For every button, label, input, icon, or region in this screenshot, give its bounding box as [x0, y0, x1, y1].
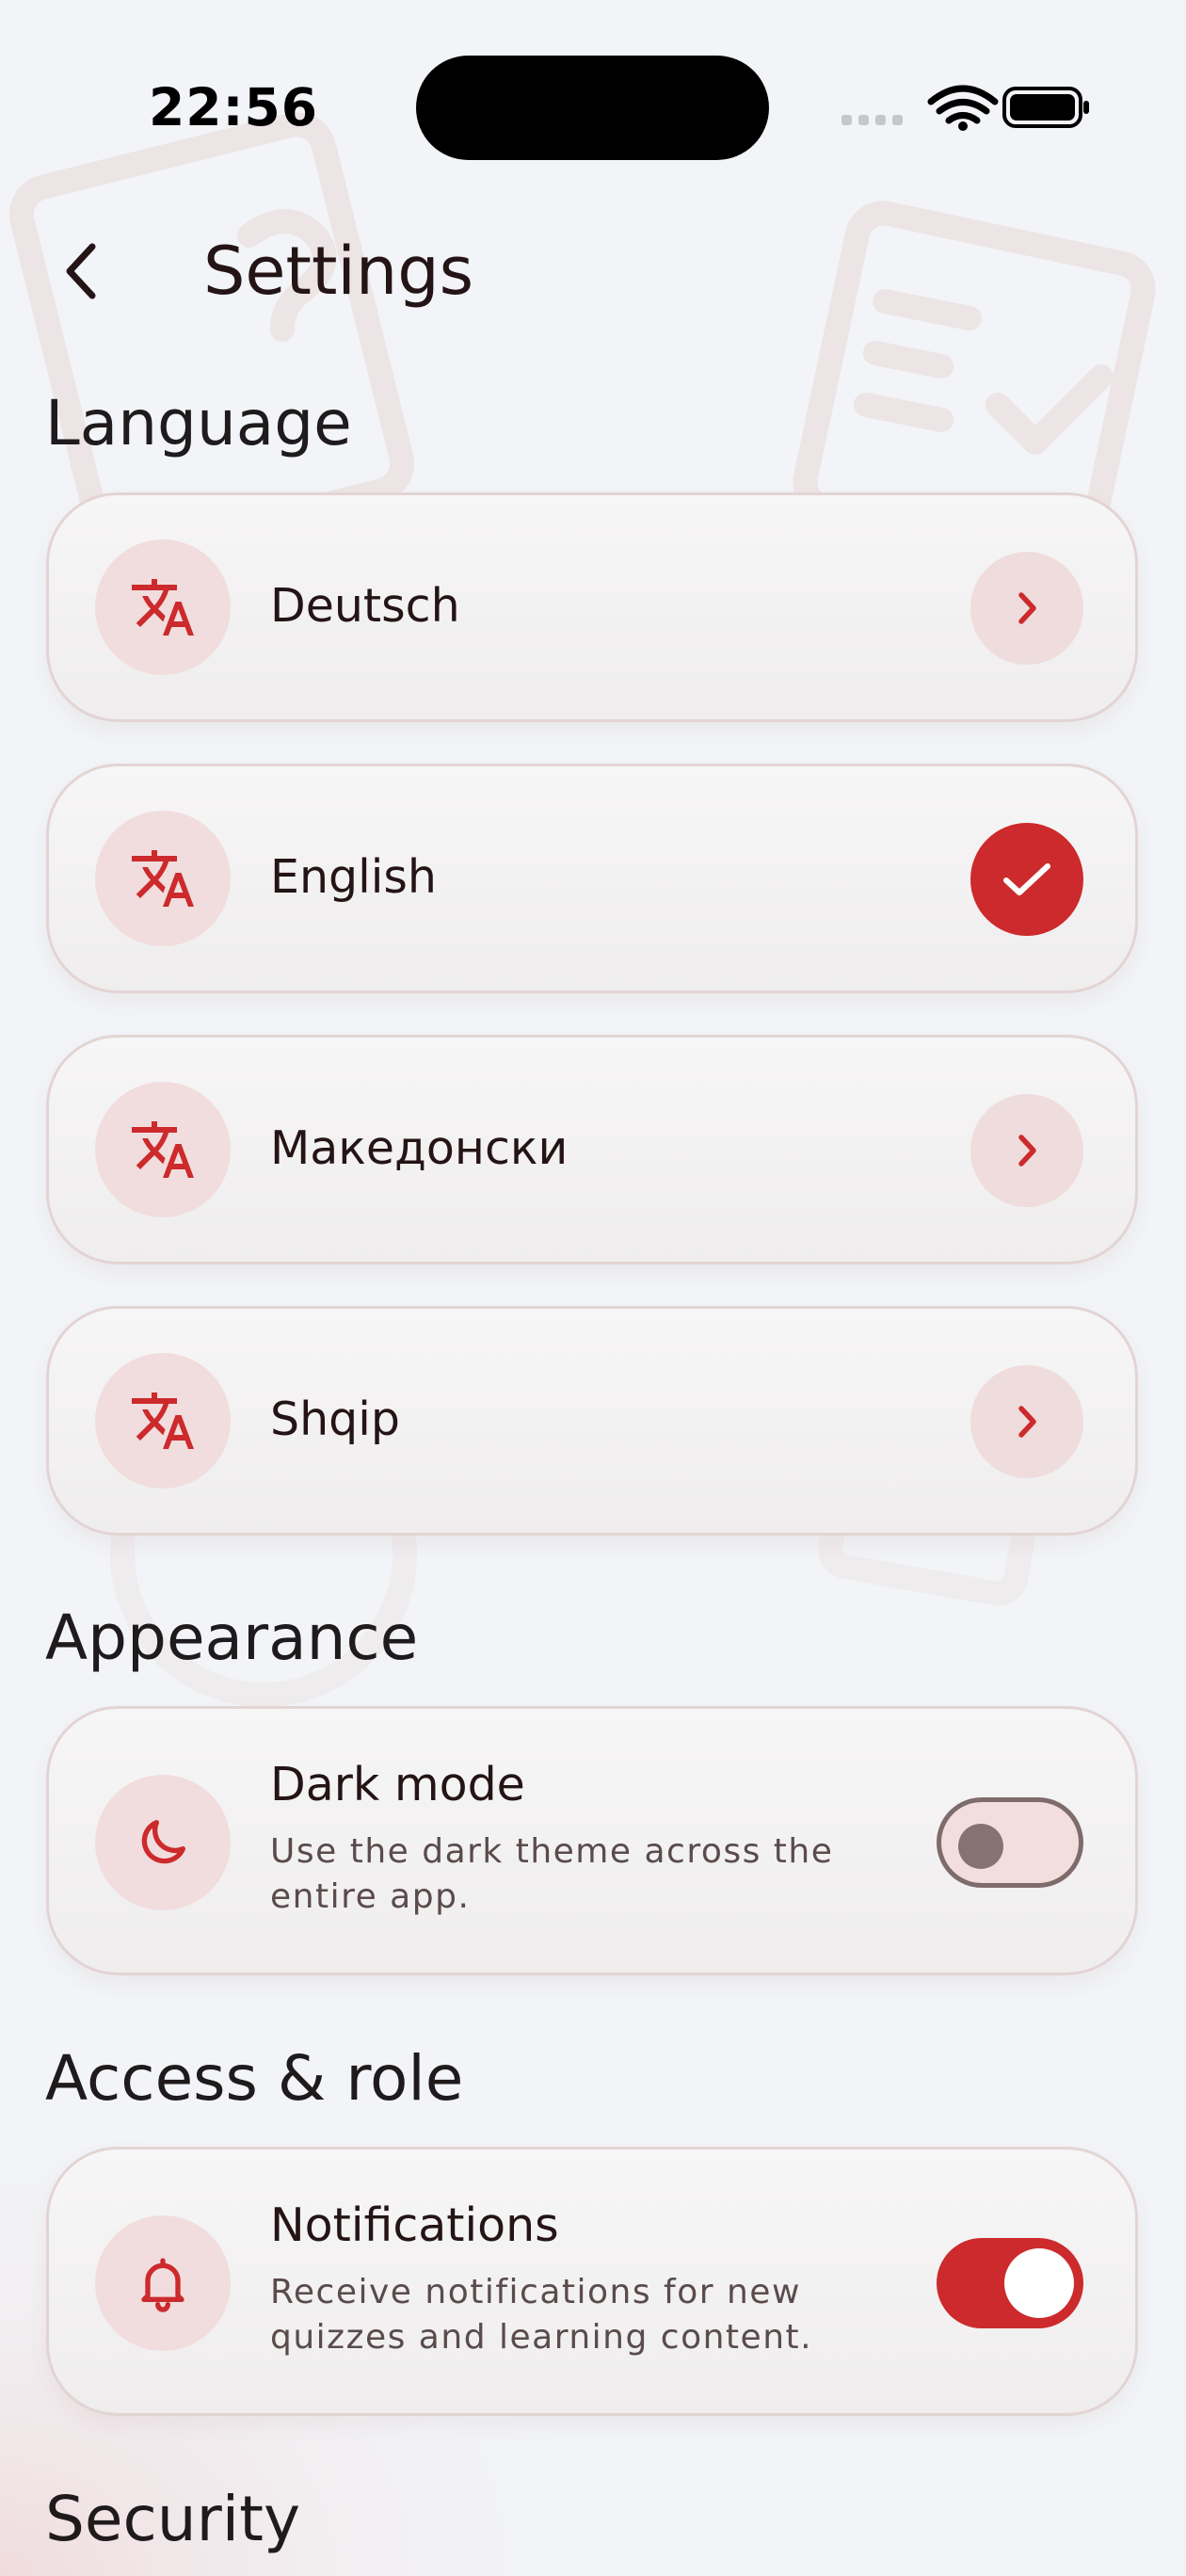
selected-check-badge: [970, 823, 1083, 936]
section-title-language: Language: [45, 387, 352, 459]
toggle-knob: [958, 1824, 1003, 1869]
chevron-right-icon: [1018, 1135, 1036, 1167]
wifi-icon: [927, 85, 999, 124]
dark-mode-title: Dark mode: [270, 1758, 525, 1811]
language-option-deutsch[interactable]: Deutsch: [46, 492, 1138, 722]
cellular-signal-icon: [841, 115, 903, 125]
dark-mode-toggle[interactable]: [937, 1797, 1083, 1888]
language-option-shqip[interactable]: Shqip: [46, 1306, 1138, 1536]
page-title: Settings: [203, 233, 474, 310]
moon-icon: [141, 1820, 185, 1864]
language-label: Македонски: [270, 1121, 569, 1175]
notifications-toggle[interactable]: [937, 2238, 1083, 2328]
dark-mode-card: Dark mode Use the dark theme across the …: [46, 1706, 1138, 1975]
notifications-icon-badge: [95, 2215, 231, 2351]
dark-mode-description: Use the dark theme across the entire app…: [270, 1832, 834, 1916]
chevron-button[interactable]: [970, 1094, 1083, 1207]
chevron-button[interactable]: [970, 1365, 1083, 1478]
chevron-right-icon: [1018, 1406, 1036, 1438]
language-label: English: [270, 850, 437, 904]
chevron-right-icon: [1018, 592, 1036, 624]
chevron-button[interactable]: [970, 552, 1083, 665]
dynamic-island: [416, 56, 769, 160]
language-option-macedonian[interactable]: Македонски: [46, 1035, 1138, 1264]
section-title-security: Security: [45, 2483, 301, 2555]
notifications-title: Notifications: [270, 2198, 559, 2252]
notifications-card: Notifications Receive notifications for …: [46, 2147, 1138, 2416]
back-button[interactable]: [49, 226, 113, 316]
battery-icon: [1002, 87, 1089, 128]
translate-icon: [132, 579, 194, 636]
translate-icon: [132, 1121, 194, 1178]
dark-mode-icon-badge: [95, 1775, 231, 1910]
section-title-appearance: Appearance: [45, 1602, 419, 1674]
toggle-knob: [1004, 2248, 1074, 2318]
section-title-access-role: Access & role: [45, 2042, 464, 2115]
status-icons: [841, 85, 1089, 131]
translate-icon: [132, 850, 194, 907]
language-label: Deutsch: [270, 579, 460, 633]
translate-icon: [132, 1393, 194, 1449]
language-icon-badge: [95, 1353, 231, 1489]
language-option-english[interactable]: English: [46, 764, 1138, 993]
status-time: 22:56: [149, 77, 319, 137]
notifications-description: Receive notifications for new quizzes an…: [270, 2273, 813, 2357]
chevron-left-icon: [66, 243, 96, 299]
language-label: Shqip: [270, 1393, 400, 1446]
bell-icon: [141, 2258, 184, 2312]
language-icon-badge: [95, 539, 231, 675]
language-icon-badge: [95, 811, 231, 946]
checkmark-icon: [1003, 863, 1050, 895]
language-icon-badge: [95, 1082, 231, 1217]
